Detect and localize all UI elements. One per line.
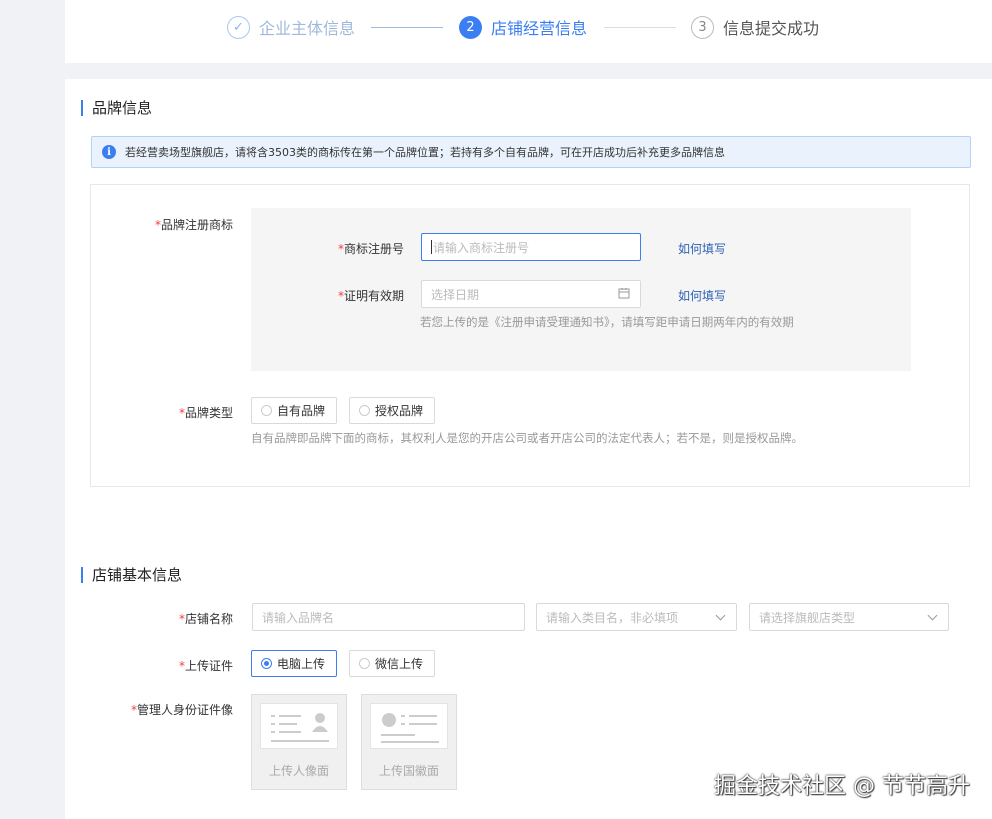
step-2: 2 店铺经营信息 bbox=[459, 15, 587, 39]
id-photo-label: *管理人身份证件像 bbox=[131, 703, 234, 717]
trademark-label: *品牌注册商标 bbox=[155, 218, 234, 232]
trademark-panel: *商标注册号 请输入商标注册号 如何填写 *证明有效期 选择日期 如何填写 若您… bbox=[251, 208, 911, 371]
store-name-label: *店铺名称 bbox=[179, 612, 234, 626]
upload-cert-label: *上传证件 bbox=[179, 659, 234, 673]
step-1-check-icon: ✓ bbox=[227, 15, 250, 39]
chevron-down-icon bbox=[715, 610, 726, 621]
upload-pc-radio[interactable]: 电脑上传 bbox=[251, 650, 337, 677]
step-3-number: 3 bbox=[691, 15, 714, 39]
brand-form-box: *品牌注册商标 *商标注册号 请输入商标注册号 如何填写 *证明有效期 选择日期… bbox=[90, 184, 970, 487]
validity-hint: 若您上传的是《注册申请受理通知书》，请填写距申请日期两年内的有效期 bbox=[420, 315, 794, 329]
step-connector-2 bbox=[604, 27, 676, 28]
step-3: 3 信息提交成功 bbox=[691, 15, 819, 39]
alert-text: 若经营卖场型旗舰店，请将含3503类的商标传在第一个品牌位置；若持有多个自有品牌… bbox=[125, 146, 725, 159]
brand-type-hint: 自有品牌即品牌下面的商标，其权利人是您的开店公司或者开店公司的法定代表人；若不是… bbox=[251, 431, 803, 445]
brand-name-input[interactable]: 请输入品牌名 bbox=[252, 603, 525, 631]
id-back-icon bbox=[370, 703, 448, 749]
reg-no-label: *商标注册号 bbox=[338, 242, 405, 256]
brand-info-alert: i 若经营卖场型旗舰店，请将含3503类的商标传在第一个品牌位置；若持有多个自有… bbox=[91, 136, 971, 168]
reg-no-help-link[interactable]: 如何填写 bbox=[678, 240, 726, 257]
left-sidebar-strip bbox=[0, 0, 65, 819]
validity-label: *证明有效期 bbox=[338, 289, 405, 303]
watermark: 掘金技术社区 @ 节节高升 bbox=[714, 774, 970, 799]
category-select[interactable]: 请输入类目名，非必填项 bbox=[536, 603, 737, 631]
upload-id-front[interactable]: 上传人像面 bbox=[251, 694, 347, 790]
calendar-icon bbox=[618, 287, 630, 302]
id-front-icon bbox=[260, 703, 338, 749]
step-2-label: 店铺经营信息 bbox=[491, 19, 588, 38]
steps-header: ✓ 企业主体信息 2 店铺经营信息 3 信息提交成功 bbox=[65, 0, 992, 63]
step-1-label: 企业主体信息 bbox=[259, 19, 356, 38]
chevron-down-icon bbox=[927, 610, 938, 621]
upload-id-back[interactable]: 上传国徽面 bbox=[361, 694, 457, 790]
brand-type-own-radio[interactable]: 自有品牌 bbox=[251, 397, 337, 424]
upload-wechat-radio[interactable]: 微信上传 bbox=[349, 650, 435, 677]
step-1: ✓ 企业主体信息 bbox=[227, 15, 355, 39]
step-2-number: 2 bbox=[459, 15, 482, 39]
form-card: 品牌信息 i 若经营卖场型旗舰店，请将含3503类的商标传在第一个品牌位置；若持… bbox=[65, 79, 992, 819]
id-front-label: 上传人像面 bbox=[268, 764, 329, 778]
info-icon: i bbox=[102, 145, 116, 159]
validity-date-picker[interactable]: 选择日期 bbox=[421, 280, 641, 308]
validity-help-link[interactable]: 如何填写 bbox=[678, 287, 726, 304]
brand-section-title: 品牌信息 bbox=[81, 100, 152, 116]
id-back-label: 上传国徽面 bbox=[378, 764, 439, 778]
store-section-title: 店铺基本信息 bbox=[81, 567, 182, 583]
reg-no-input[interactable]: 请输入商标注册号 bbox=[421, 233, 641, 261]
brand-type-licensed-radio[interactable]: 授权品牌 bbox=[349, 397, 435, 424]
step-3-label: 信息提交成功 bbox=[723, 19, 820, 38]
step-connector-1 bbox=[371, 27, 443, 28]
brand-type-label: *品牌类型 bbox=[179, 406, 234, 420]
flagship-type-select[interactable]: 请选择旗舰店类型 bbox=[749, 603, 949, 631]
